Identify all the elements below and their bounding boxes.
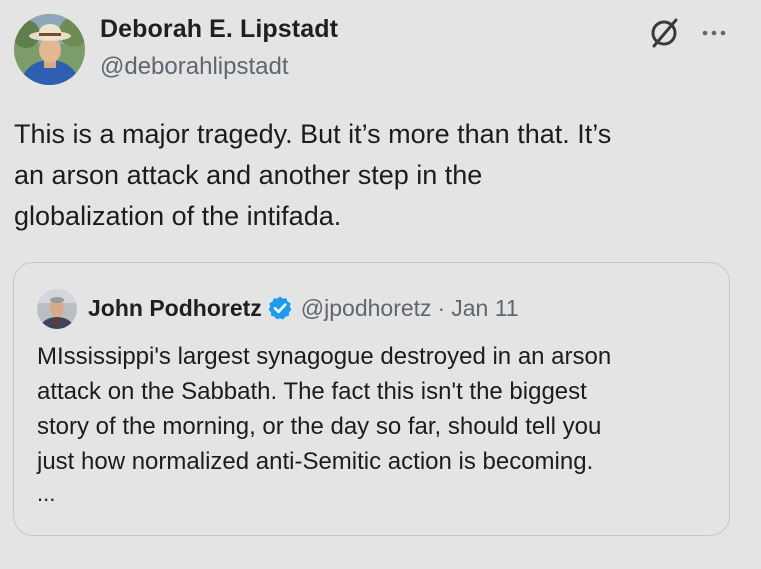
verified-badge-icon bbox=[267, 295, 293, 321]
separator-dot: · bbox=[437, 294, 446, 321]
quote-header: John Podhoretz @jpodhoretz · Jan 11 bbox=[88, 292, 519, 324]
quote-author-avatar[interactable] bbox=[37, 289, 77, 329]
tweet-card: Deborah E. Lipstadt @deborahlipstadt Thi… bbox=[0, 0, 761, 569]
quoted-tweet[interactable]: John Podhoretz @jpodhoretz · Jan 11 MIss… bbox=[13, 262, 730, 536]
quote-text: MIssissippi's largest synagogue destroye… bbox=[37, 343, 612, 475]
grok-icon[interactable] bbox=[648, 16, 682, 50]
quote-author-handle[interactable]: @jpodhoretz bbox=[301, 295, 432, 322]
author-handle[interactable]: @deborahlipstadt bbox=[100, 53, 288, 81]
quote-truncation: ... bbox=[37, 481, 56, 506]
tweet-text: This is a major tragedy. But it’s more t… bbox=[14, 119, 612, 231]
author-name[interactable]: Deborah E. Lipstadt bbox=[100, 15, 338, 44]
profile-photo-icon bbox=[14, 14, 85, 85]
quote-profile-photo-icon bbox=[37, 289, 77, 329]
quote-timestamp[interactable]: Jan 11 bbox=[451, 295, 518, 322]
author-avatar[interactable] bbox=[14, 14, 85, 85]
more-options-icon[interactable] bbox=[697, 16, 731, 50]
quote-author-name[interactable]: John Podhoretz bbox=[88, 295, 262, 322]
